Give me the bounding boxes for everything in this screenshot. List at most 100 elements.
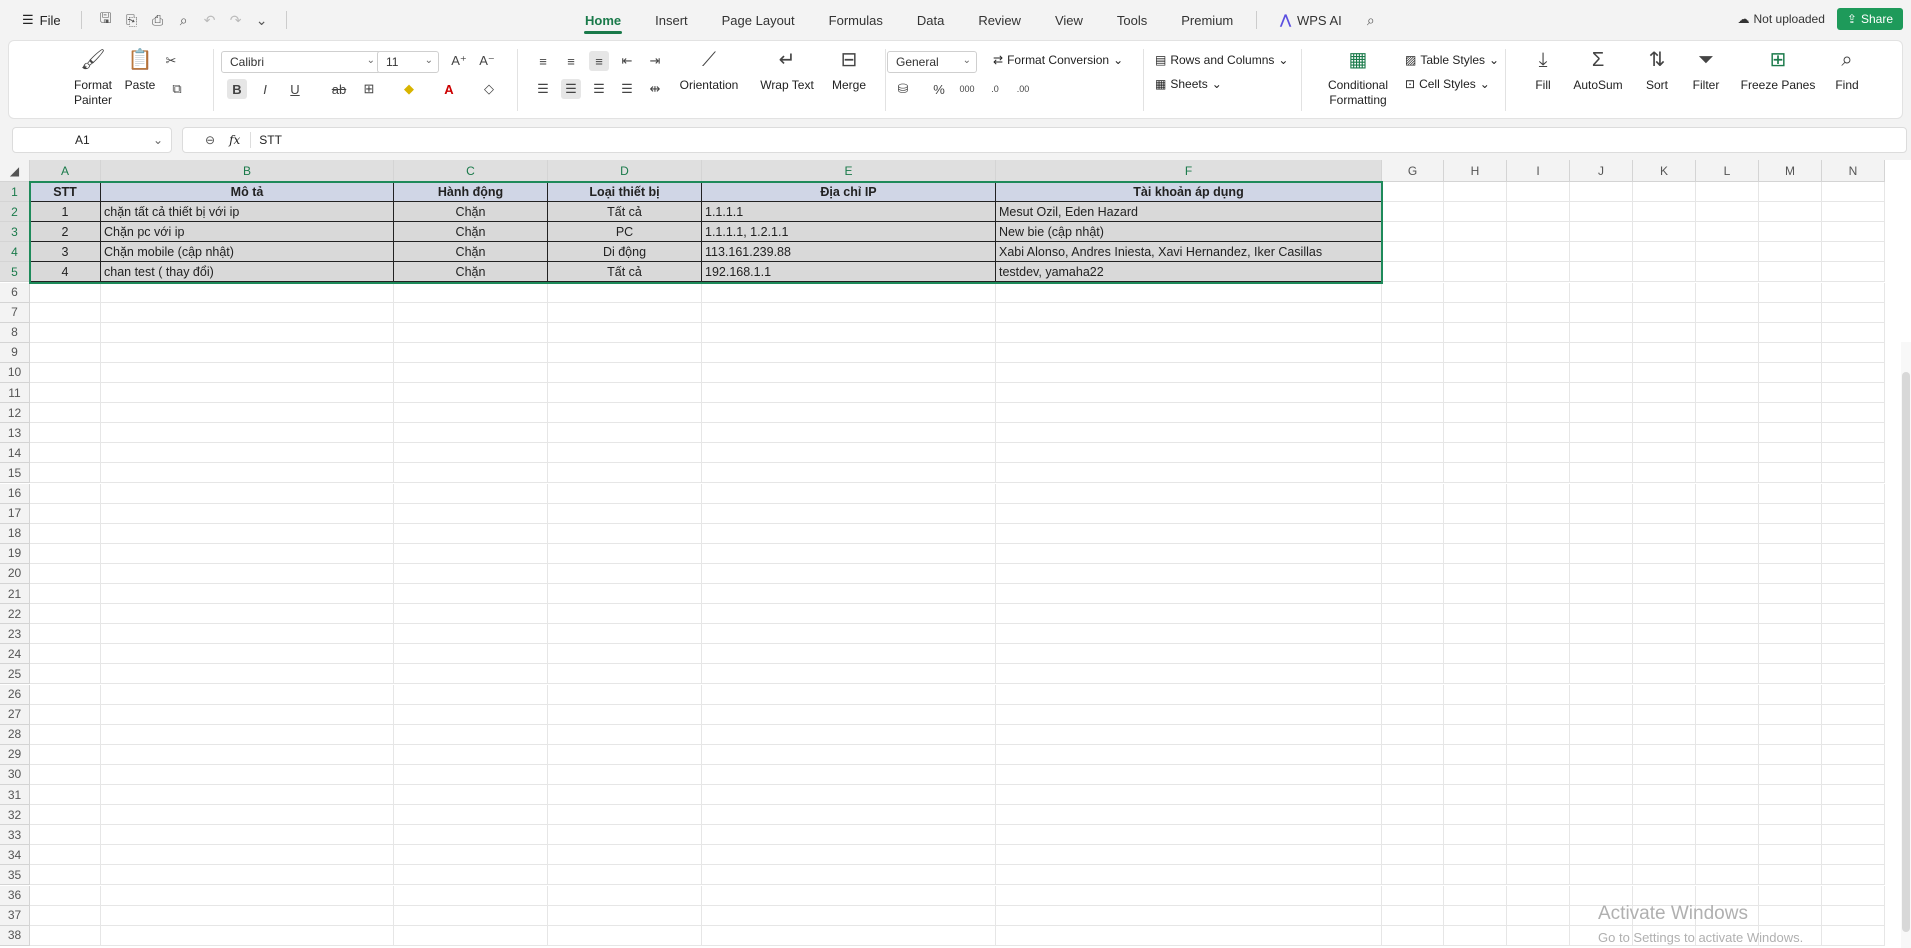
cell[interactable] <box>548 684 702 705</box>
cell[interactable] <box>702 764 996 785</box>
cell[interactable] <box>1570 865 1633 886</box>
row-header[interactable]: 5 <box>0 262 30 283</box>
cell[interactable] <box>30 483 101 504</box>
cell[interactable] <box>1382 403 1444 424</box>
cell[interactable] <box>1822 905 1885 926</box>
cell[interactable] <box>101 785 394 805</box>
cell[interactable] <box>30 604 101 625</box>
decrease-indent-icon[interactable]: ⇤ <box>617 51 637 71</box>
cell[interactable] <box>1822 644 1885 665</box>
cell[interactable] <box>1507 604 1570 625</box>
cell[interactable] <box>1822 362 1885 383</box>
cell[interactable] <box>702 523 996 544</box>
cell[interactable] <box>394 383 548 403</box>
cell[interactable] <box>702 443 996 464</box>
cell[interactable] <box>30 825 101 846</box>
cell[interactable] <box>1633 785 1696 805</box>
cell[interactable] <box>1822 744 1885 765</box>
cell[interactable] <box>101 443 394 464</box>
cell[interactable] <box>548 644 702 665</box>
cell[interactable] <box>1759 744 1822 765</box>
cell[interactable] <box>1507 302 1570 323</box>
cell[interactable] <box>1382 342 1444 363</box>
cell[interactable] <box>1696 764 1759 785</box>
cell[interactable] <box>1633 342 1696 363</box>
cell[interactable] <box>548 584 702 604</box>
cell-styles-button[interactable]: ⊡ Cell Styles ⌄ <box>1405 77 1490 91</box>
export-pdf-icon[interactable]: ⎘ <box>120 8 144 32</box>
cell[interactable] <box>30 443 101 464</box>
row-header[interactable]: 4 <box>0 242 30 263</box>
cell[interactable] <box>702 805 996 826</box>
cell[interactable] <box>548 905 702 926</box>
cell[interactable] <box>394 322 548 343</box>
cell[interactable] <box>1696 865 1759 886</box>
cell[interactable]: Chặn <box>394 202 548 223</box>
cell[interactable] <box>1382 443 1444 464</box>
cell[interactable] <box>394 403 548 424</box>
cell[interactable] <box>394 925 548 946</box>
cell[interactable] <box>30 845 101 866</box>
font-size-select[interactable]: 11 ⌄ <box>377 51 439 73</box>
cell[interactable]: 113.161.239.88 <box>702 242 996 263</box>
cell[interactable] <box>702 885 996 906</box>
cell[interactable] <box>1822 563 1885 584</box>
cell[interactable] <box>702 644 996 665</box>
column-header[interactable]: B <box>101 160 394 182</box>
cell[interactable] <box>996 805 1382 826</box>
freeze-panes-button[interactable]: ⊞ Freeze Panes <box>1733 45 1823 93</box>
cell[interactable] <box>30 423 101 444</box>
cell[interactable] <box>1382 925 1444 946</box>
cell[interactable] <box>1633 845 1696 866</box>
cell[interactable] <box>1382 523 1444 544</box>
cell[interactable] <box>702 403 996 424</box>
tab-insert[interactable]: Insert <box>638 0 705 40</box>
cell[interactable] <box>1570 282 1633 303</box>
cell[interactable] <box>394 302 548 323</box>
fx-icon[interactable]: fx <box>229 133 240 147</box>
cell[interactable] <box>1382 362 1444 383</box>
cell[interactable] <box>1444 764 1507 785</box>
column-header[interactable]: C <box>394 160 548 182</box>
cell[interactable] <box>1444 664 1507 685</box>
cell[interactable] <box>1759 423 1822 444</box>
cell[interactable] <box>548 805 702 826</box>
cell[interactable] <box>1633 423 1696 444</box>
cell[interactable] <box>30 322 101 343</box>
cell[interactable] <box>1570 644 1633 665</box>
cell[interactable] <box>1759 785 1822 805</box>
cell[interactable] <box>1822 825 1885 846</box>
cell[interactable] <box>1759 644 1822 665</box>
cell[interactable] <box>101 483 394 504</box>
cell[interactable] <box>1507 684 1570 705</box>
cell[interactable] <box>101 744 394 765</box>
cell[interactable] <box>1759 865 1822 886</box>
cell[interactable] <box>1382 704 1444 725</box>
cell[interactable] <box>1570 302 1633 323</box>
cell[interactable] <box>1570 805 1633 826</box>
cell[interactable]: 1.1.1.1 <box>702 202 996 223</box>
cell[interactable] <box>1507 523 1570 544</box>
row-header[interactable]: 1 <box>0 182 30 202</box>
cell[interactable] <box>702 604 996 625</box>
cell[interactable] <box>1382 684 1444 705</box>
cell[interactable] <box>394 423 548 444</box>
cell[interactable] <box>1507 724 1570 745</box>
row-header[interactable]: 25 <box>0 664 30 685</box>
cell[interactable] <box>1696 463 1759 484</box>
cell[interactable] <box>1696 845 1759 866</box>
row-header[interactable]: 7 <box>0 302 30 323</box>
file-menu-button[interactable]: ☰ File <box>14 12 69 28</box>
cell[interactable] <box>1570 704 1633 725</box>
cell[interactable] <box>1570 584 1633 604</box>
cell[interactable] <box>1507 744 1570 765</box>
column-header[interactable]: G <box>1382 160 1444 182</box>
cell[interactable]: Chặn pc với ip <box>101 222 394 243</box>
cell[interactable]: PC <box>548 222 702 243</box>
cell[interactable] <box>548 302 702 323</box>
cell[interactable] <box>702 825 996 846</box>
cell[interactable] <box>30 563 101 584</box>
cell[interactable] <box>394 825 548 846</box>
cell[interactable] <box>996 443 1382 464</box>
cell[interactable] <box>548 845 702 866</box>
